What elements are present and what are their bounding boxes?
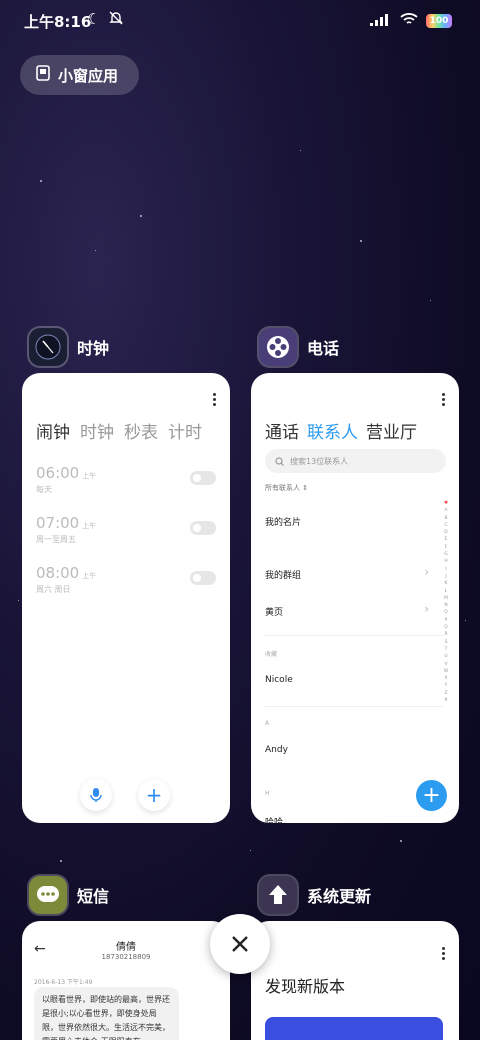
- update-app-icon: [259, 876, 297, 914]
- tab-timer[interactable]: 计时: [168, 418, 202, 443]
- update-app-header[interactable]: 系统更新: [259, 876, 371, 914]
- alarm-item[interactable]: 08:00 上午 周六 周日: [36, 563, 216, 599]
- update-app-name: 系统更新: [307, 887, 372, 906]
- alarm-toggle[interactable]: [190, 571, 216, 585]
- status-time: 上午8:16: [24, 13, 92, 31]
- update-banner: [265, 1017, 443, 1040]
- contacts-search-input[interactable]: 搜索13位联系人: [265, 449, 446, 473]
- alarm-time: 07:00: [36, 514, 80, 532]
- sms-app-card[interactable]: ← 倩倩 18730218809 2016-6-13 下午1:49 以眼看世界，…: [22, 921, 230, 1040]
- clock-app-header[interactable]: 时钟: [29, 328, 109, 366]
- my-card-item[interactable]: 我的名片: [265, 515, 301, 528]
- alarm-ampm: 上午: [82, 472, 97, 480]
- close-icon: [232, 936, 248, 952]
- alarm-ampm: 上午: [82, 572, 97, 580]
- phone-app-name: 电话: [307, 339, 340, 358]
- contact-item[interactable]: Andy: [265, 745, 288, 755]
- microphone-icon: [90, 788, 102, 802]
- alarm-item[interactable]: 07:00 上午 周一至周五: [36, 513, 216, 549]
- alarm-ampm: 上午: [82, 522, 97, 530]
- battery-icon: 100: [426, 13, 452, 28]
- signal-icon: [370, 11, 392, 30]
- sms-app-icon: [29, 876, 67, 914]
- more-options-icon[interactable]: [442, 393, 445, 406]
- alarm-toggle[interactable]: [190, 471, 216, 485]
- sms-app-header[interactable]: 短信: [29, 876, 109, 914]
- alarm-repeat: 周六 周日: [36, 585, 71, 594]
- contact-item[interactable]: Nicole: [265, 675, 293, 685]
- sms-contact-name: 倩倩: [116, 942, 136, 953]
- wifi-icon: [400, 11, 418, 30]
- small-window-apps-button[interactable]: 小窗应用: [20, 55, 139, 95]
- status-icons-right: 100: [370, 11, 452, 30]
- section-label-a: A: [265, 720, 270, 727]
- more-options-icon[interactable]: [442, 947, 445, 960]
- bell-off-icon: [108, 10, 124, 30]
- small-window-icon: [36, 65, 50, 85]
- alarm-item[interactable]: 06:00 上午 每天: [36, 463, 216, 499]
- phone-tabs: 通话 联系人 营业厅: [265, 418, 417, 443]
- tab-contacts[interactable]: 联系人: [307, 418, 358, 443]
- clock-app-card[interactable]: 闹钟 时钟 秒表 计时 06:00 上午 每天 07:00 上午 周一至周五 08:…: [22, 373, 230, 823]
- phone-app-icon: [259, 328, 297, 366]
- contact-item[interactable]: 哈哈: [265, 815, 283, 823]
- alarm-repeat: 每天: [36, 485, 52, 494]
- tab-calls[interactable]: 通话: [265, 418, 299, 443]
- alphabet-index-bar[interactable]: ♥ AB CD EF GH IJ KL MN OP QR ST UV WX YZ…: [441, 500, 451, 704]
- chevron-right-icon: ›: [424, 565, 429, 579]
- phone-app-card[interactable]: 通话 联系人 营业厅 搜索13位联系人 所有联系人 ⇕ 我的名片 我的群组 › …: [251, 373, 459, 823]
- add-contact-button[interactable]: +: [416, 780, 447, 811]
- divider: [265, 635, 443, 636]
- sms-app-name: 短信: [77, 887, 110, 906]
- alarm-toggle[interactable]: [190, 521, 216, 535]
- voice-alarm-button[interactable]: [80, 779, 112, 811]
- yellow-pages-item[interactable]: 黄页: [265, 605, 283, 618]
- search-placeholder: 搜索13位联系人: [290, 456, 349, 466]
- sms-contact-number: 18730218809: [101, 953, 151, 961]
- moon-icon: ☾: [87, 10, 101, 28]
- divider: [265, 706, 443, 707]
- tab-stopwatch[interactable]: 秒表: [124, 418, 158, 443]
- clock-app-icon: [29, 328, 67, 366]
- tab-clock[interactable]: 时钟: [80, 418, 114, 443]
- close-all-button[interactable]: [210, 914, 270, 974]
- more-options-icon[interactable]: [213, 393, 216, 406]
- status-icons-left: ☾: [87, 10, 124, 30]
- clock-tabs: 闹钟 时钟 秒表 计时: [36, 418, 202, 443]
- section-label-h: H: [265, 790, 270, 797]
- chevron-right-icon: ›: [424, 602, 429, 616]
- alarm-time: 06:00: [36, 464, 80, 482]
- alarm-time: 08:00: [36, 564, 80, 582]
- phone-app-header[interactable]: 电话: [259, 328, 339, 366]
- contacts-filter-dropdown[interactable]: 所有联系人 ⇕: [265, 483, 308, 493]
- alarm-repeat: 周一至周五: [36, 535, 76, 544]
- my-groups-item[interactable]: 我的群组: [265, 568, 301, 581]
- add-alarm-button[interactable]: +: [138, 779, 170, 811]
- clock-app-name: 时钟: [77, 339, 110, 358]
- sms-message-bubble: 以眼看世界，即使站的最高，世界还是很小;以心看世界，即使身处局限，世界依然很大。…: [34, 987, 179, 1040]
- tab-alarm[interactable]: 闹钟: [36, 418, 70, 443]
- tab-service-hall[interactable]: 营业厅: [366, 418, 417, 443]
- search-icon: [275, 456, 284, 466]
- update-app-card[interactable]: 发现新版本: [251, 921, 459, 1040]
- status-bar: 上午8:16 ☾ 100: [0, 0, 480, 40]
- sms-message-date: 2016-6-13 下午1:49: [34, 979, 93, 986]
- favorites-section-label: 收藏: [265, 651, 278, 658]
- update-title: 发现新版本: [265, 977, 346, 996]
- small-window-label: 小窗应用: [58, 66, 119, 85]
